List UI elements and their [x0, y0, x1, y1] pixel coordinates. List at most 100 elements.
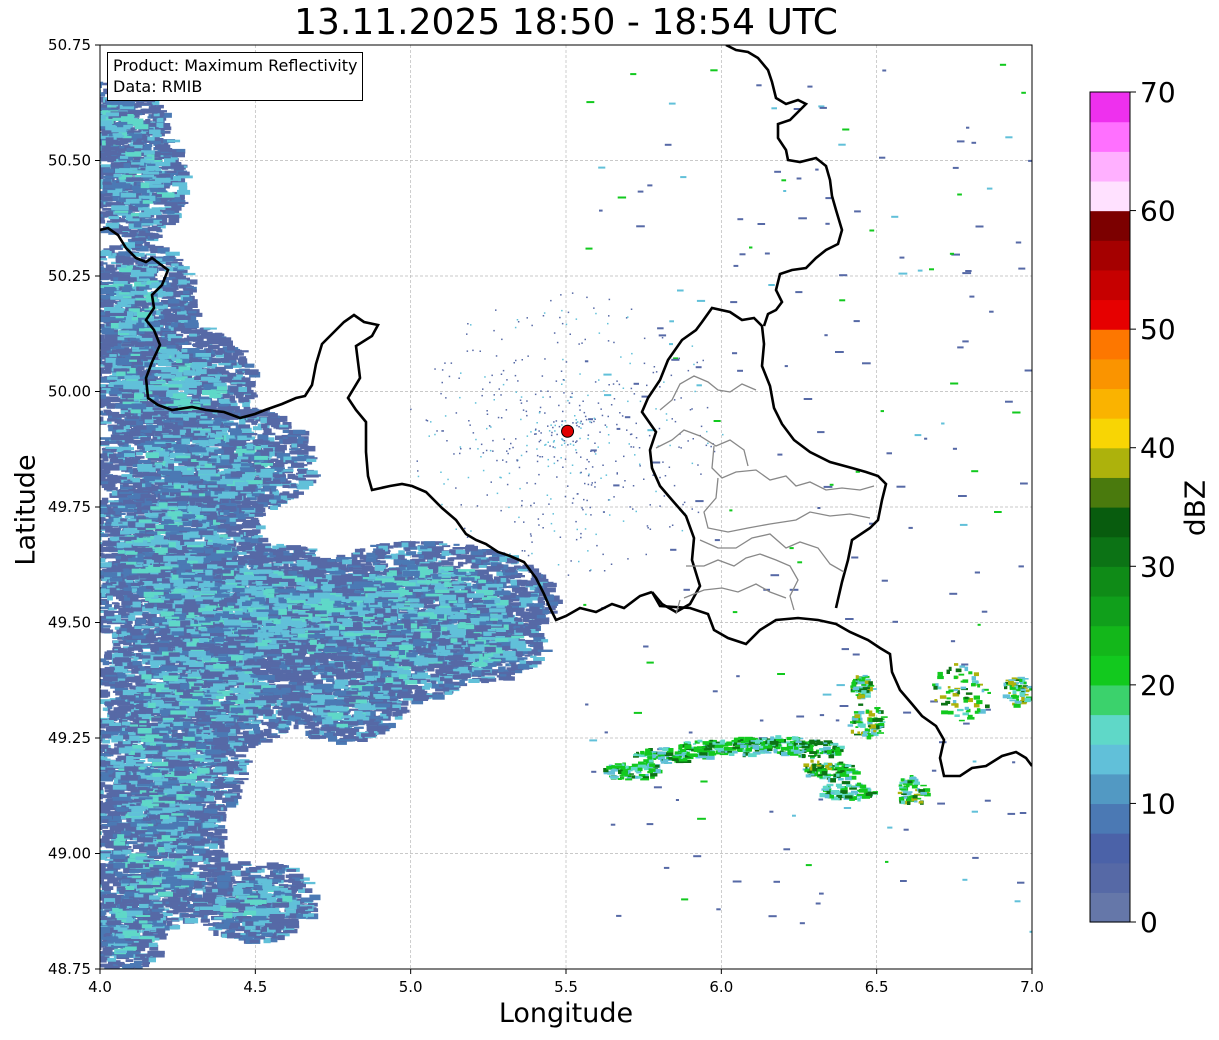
- radar-map[interactable]: 4.0 4.5 5.0 5.5 6.0 6.5 7.048.7549.0049.2549.5…: [0, 0, 1219, 1040]
- echo-cell: [88, 114, 96, 119]
- echo-cell: [87, 261, 100, 265]
- echo-cell: [76, 127, 83, 132]
- echo-cell: [62, 148, 69, 150]
- echo-cell: [258, 537, 269, 543]
- echo-cell: [80, 289, 86, 294]
- echo-cell: [83, 525, 89, 528]
- echo-cell: [100, 183, 104, 189]
- echo-cell: [74, 86, 82, 91]
- echo-cell: [291, 456, 305, 462]
- echo-cell: [85, 123, 97, 127]
- echo-cell: [172, 182, 188, 187]
- echo-cell: [239, 516, 246, 520]
- echo-cell: [133, 221, 142, 228]
- echo-cell: [82, 533, 90, 536]
- echo-cell: [47, 118, 54, 121]
- echo-cell: [100, 177, 102, 184]
- echo-cell: [79, 123, 87, 125]
- echo-cell: [67, 107, 75, 111]
- echo-cell: [287, 473, 296, 479]
- echo-cell: [77, 143, 83, 146]
- echo-cell: [59, 126, 74, 132]
- echo-cell: [88, 556, 95, 560]
- echo-cell: [89, 318, 98, 322]
- echo-cell: [83, 541, 93, 543]
- echo-cell: [135, 483, 142, 489]
- echo-cell: [81, 170, 95, 175]
- echo-cell: [229, 525, 242, 531]
- echo-cell: [100, 266, 104, 271]
- echo-cell: [100, 303, 101, 307]
- echo-cell: [88, 82, 94, 85]
- echo-cell: [79, 96, 89, 98]
- echo-cell: [81, 548, 94, 550]
- echo-cell: [241, 523, 256, 529]
- echo-cell: [184, 322, 199, 329]
- echo-cell: [86, 206, 99, 212]
- echo-cell: [81, 544, 95, 550]
- echo-cell: [46, 116, 59, 120]
- echo-cell: [188, 310, 197, 314]
- echo-cell: [254, 535, 263, 538]
- echo-cell: [149, 233, 159, 239]
- echo-cell: [74, 121, 86, 126]
- echo-cell: [81, 102, 96, 107]
- echo-cell: [170, 338, 185, 343]
- echo-cell: [94, 339, 100, 342]
- echo-cell: [53, 96, 63, 99]
- echo-cell: [85, 547, 92, 552]
- echo-cell: [100, 274, 113, 280]
- echo-cell: [100, 95, 101, 101]
- echo-cell: [147, 136, 155, 141]
- echo-cell: [82, 321, 94, 324]
- echo-cell: [80, 377, 85, 380]
- echo-cell: [52, 140, 58, 145]
- echo-cell: [280, 477, 286, 483]
- echo-cell: [100, 541, 102, 545]
- echo-cell: [115, 556, 121, 560]
- echo-cell: [44, 123, 55, 126]
- echo-cell: [66, 89, 78, 94]
- echo-cell: [146, 102, 152, 106]
- echo-cell: [82, 83, 91, 87]
- echo-cell: [82, 191, 92, 194]
- echo-cell: [106, 220, 118, 223]
- echo-cell: [211, 358, 222, 364]
- echo-cell: [74, 299, 84, 302]
- echo-cell: [100, 305, 101, 310]
- echo-cell: [64, 115, 70, 118]
- echo-cell: [107, 533, 122, 537]
- echo-cell: [244, 369, 259, 375]
- echo-cell: [237, 504, 251, 508]
- echo-cell: [83, 403, 89, 406]
- echo-cell: [51, 135, 65, 141]
- echo-cell: [73, 87, 84, 93]
- echo-cell: [63, 145, 74, 148]
- echo-cell: [289, 451, 301, 454]
- echo-cell: [203, 327, 217, 330]
- echo-cell: [93, 363, 100, 366]
- echo-cell: [82, 553, 88, 558]
- echo-cell: [71, 122, 76, 125]
- echo-cell: [81, 181, 96, 184]
- echo-cell: [100, 474, 112, 478]
- echo-cell: [137, 102, 147, 106]
- echo-cell: [199, 420, 214, 424]
- echo-cell: [85, 109, 91, 114]
- echo-cell: [167, 298, 180, 304]
- echo-cell: [115, 255, 131, 262]
- echo-cell: [227, 372, 237, 377]
- echo-cell: [94, 193, 100, 197]
- echo-cell: [90, 206, 95, 212]
- echo-cell: [86, 298, 91, 303]
- echo-cell: [182, 272, 196, 276]
- echo-cell: [200, 416, 208, 419]
- echo-cell: [100, 552, 103, 556]
- echo-cell: [101, 497, 109, 504]
- echo-cell: [134, 343, 144, 348]
- echo-cell: [166, 170, 177, 173]
- echo-cell: [85, 536, 90, 539]
- echo-cell: [81, 405, 92, 409]
- echo-cell: [53, 100, 58, 103]
- echo-cell: [84, 187, 94, 191]
